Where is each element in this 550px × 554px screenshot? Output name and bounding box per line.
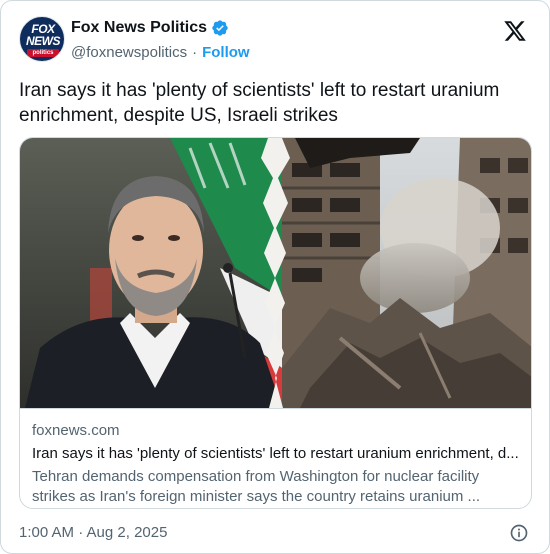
tweet-timestamp[interactable]: 1:00 AM · Aug 2, 2025 <box>19 524 167 541</box>
follow-button[interactable]: Follow <box>202 44 250 61</box>
x-logo-icon[interactable] <box>503 19 527 43</box>
account-handle[interactable]: @foxnewspolitics <box>71 44 187 61</box>
tweet-embed-card: FOX NEWS politics Fox News Politics @fox… <box>0 0 550 554</box>
news-photo-illustration <box>20 138 531 408</box>
account-name-row: Fox News Politics <box>71 19 229 37</box>
avatar-logo-bar: politics <box>27 49 59 57</box>
verified-badge-icon <box>212 20 228 36</box>
link-description: Tehran demands compensation from Washing… <box>32 468 481 505</box>
account-name[interactable]: Fox News Politics <box>71 19 207 37</box>
account-handle-row: @foxnewspolitics · Follow <box>71 44 250 61</box>
link-info[interactable]: foxnews.com Iran says it has 'plenty of … <box>20 408 531 508</box>
separator-dot: · <box>192 44 198 61</box>
link-domain: foxnews.com <box>32 422 120 439</box>
link-title: Iran says it has 'plenty of scientists' … <box>32 445 519 462</box>
link-preview-card[interactable]: foxnews.com Iran says it has 'plenty of … <box>19 137 532 509</box>
link-preview-image[interactable] <box>20 138 531 408</box>
info-icon[interactable] <box>509 523 529 543</box>
avatar-logo-text: NEWS <box>26 34 61 48</box>
tweet-text: Iran says it has 'plenty of scientists' … <box>19 80 500 126</box>
avatar[interactable]: FOX NEWS politics <box>19 16 65 62</box>
